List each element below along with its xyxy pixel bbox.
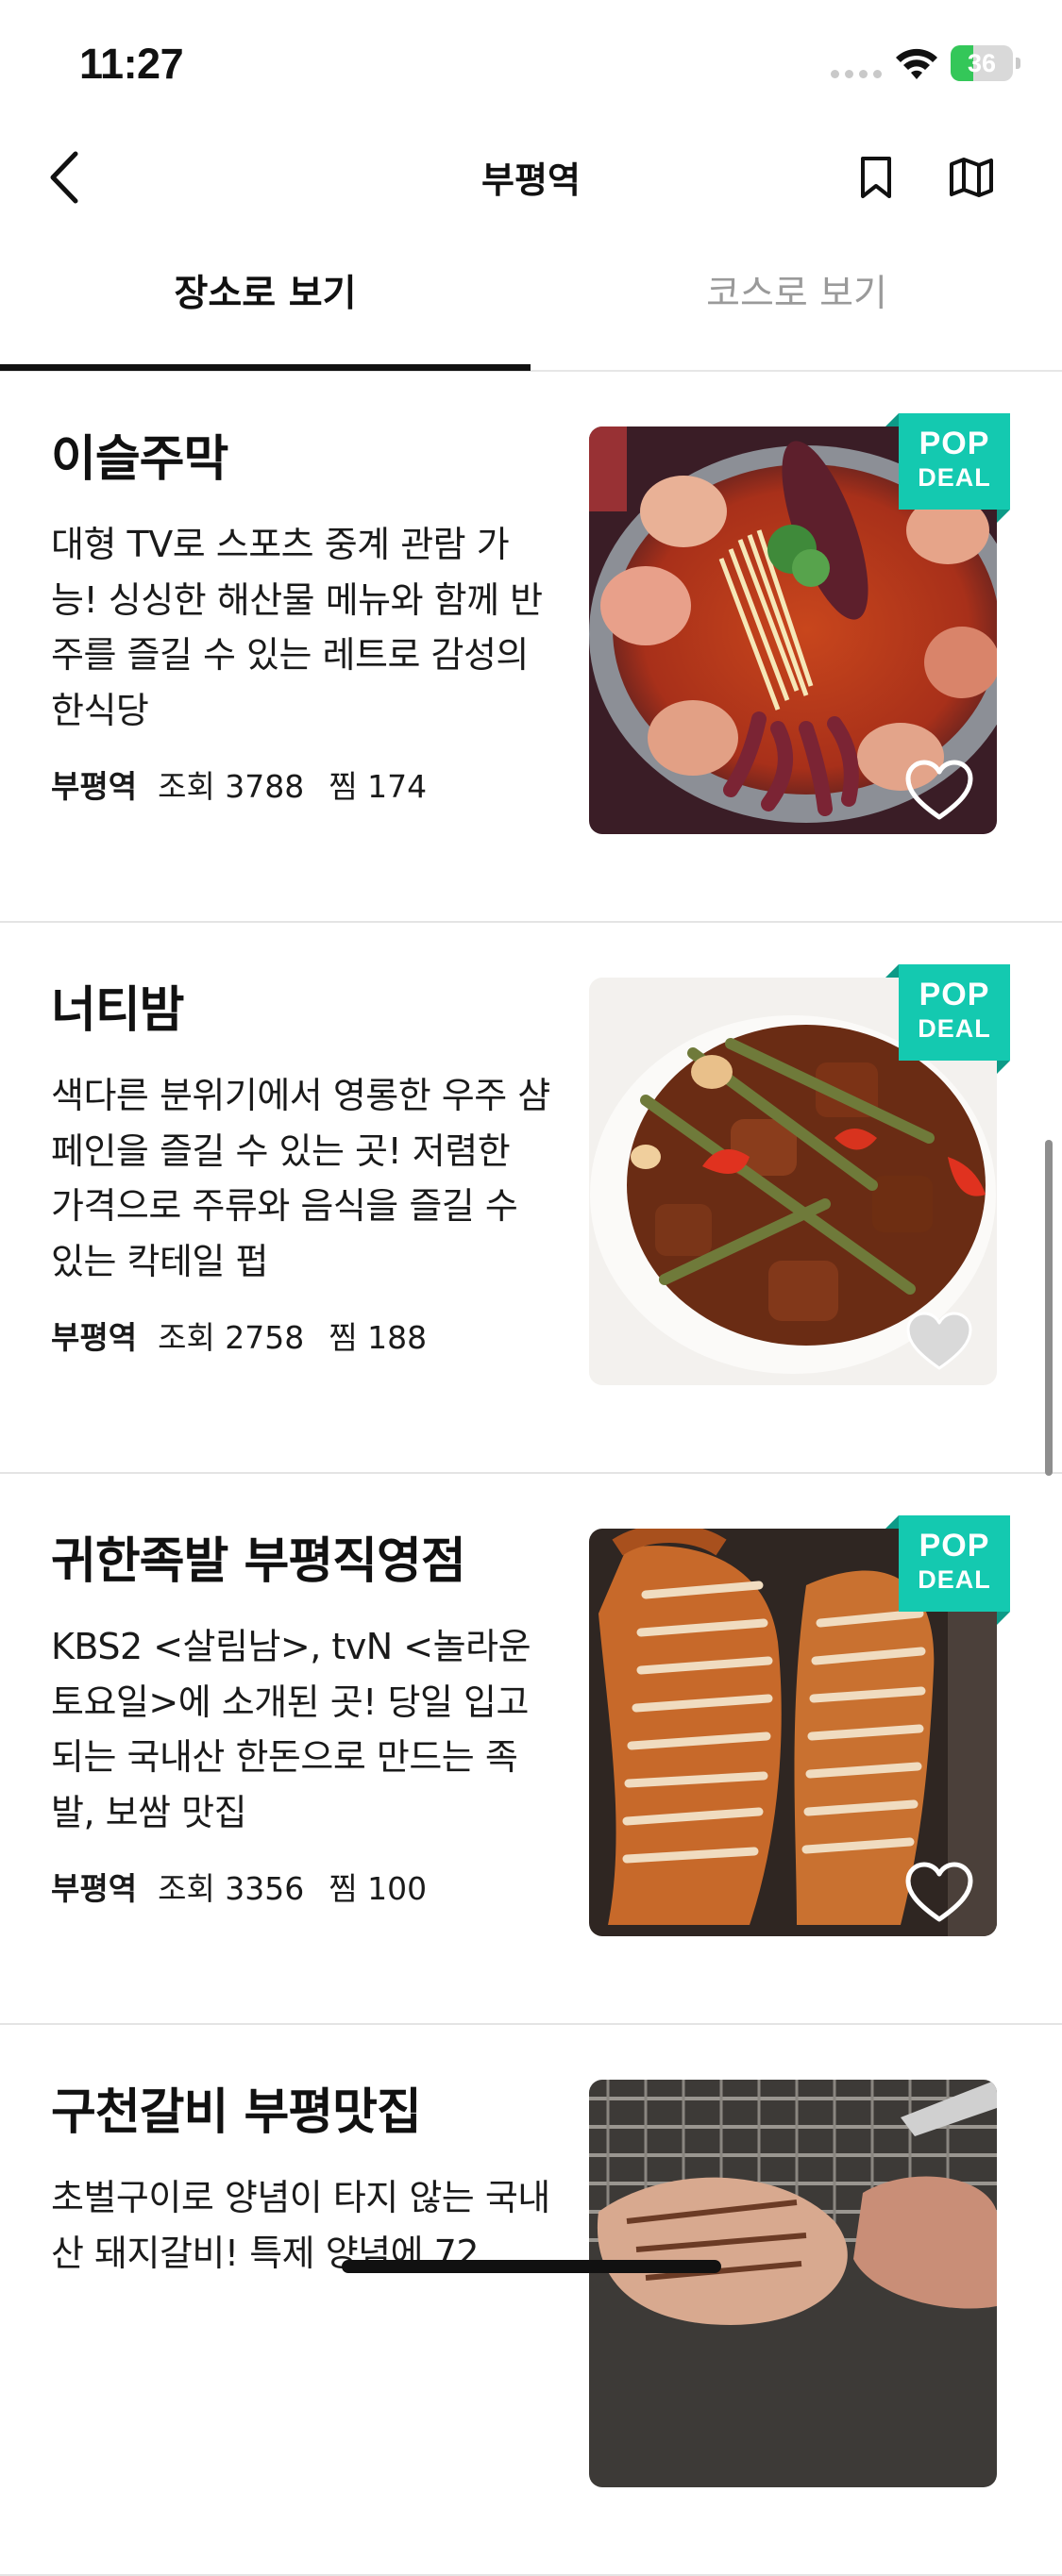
place-name: 너티밤	[51, 982, 185, 1039]
list-item[interactable]: 너티밤 색다른 분위기에서 영롱한 우주 샴페인을 즐길 수 있는 곳! 저렴한…	[0, 923, 1062, 1474]
save-count: 찜 174	[329, 768, 428, 805]
active-tab-indicator	[0, 364, 531, 371]
status-bar: 11:27 36	[0, 0, 1062, 125]
scroll-indicator[interactable]	[1045, 1140, 1053, 1476]
tab-places[interactable]: 장소로 보기	[0, 247, 531, 370]
list-item[interactable]: 구천갈비 부평맛집 초벌구이로 양념이 타지 않는 국내산 돼지갈비! 특제 양…	[0, 2025, 1062, 2576]
view-count: 조회 3356	[158, 1870, 305, 1907]
view-count: 조회 2758	[158, 1319, 305, 1356]
save-count: 찜 188	[329, 1319, 428, 1356]
bookmark-icon	[861, 157, 891, 198]
heart-outline-icon[interactable]	[904, 759, 974, 823]
map-icon	[950, 158, 993, 197]
place-name: 이슬주막	[51, 431, 228, 488]
heart-outline-icon[interactable]	[904, 1861, 974, 1925]
bookmark-button[interactable]	[848, 147, 904, 208]
place-description: 대형 TV로 스포츠 중계 관람 가능! 싱싱한 해산물 메뉴와 함께 반주를 …	[51, 524, 543, 731]
pop-deal-badge: POP DEAL	[885, 964, 1010, 1074]
save-count: 찜 100	[329, 1870, 428, 1907]
place-name: 구천갈비 부평맛집	[51, 2084, 422, 2141]
pop-deal-badge: POP DEAL	[885, 1515, 1010, 1625]
battery-icon: 36	[951, 45, 1020, 81]
pop-deal-badge: POP DEAL	[885, 413, 1010, 523]
view-tabs: 장소로 보기 코스로 보기	[0, 247, 1062, 372]
place-meta: 부평역 조회 3788 찜 174	[51, 766, 551, 808]
cellular-signal-icon	[831, 70, 882, 78]
place-station: 부평역	[51, 1870, 138, 1907]
battery-percent: 36	[967, 49, 997, 77]
wifi-icon	[896, 48, 937, 79]
place-description: 색다른 분위기에서 영롱한 우주 샴페인을 즐길 수 있는 곳! 저렴한 가격으…	[51, 1075, 550, 1282]
place-description: KBS2 <살림남>, tvN <놀라운 토요일>에 소개된 곳! 당일 입고되…	[51, 1626, 531, 1833]
place-meta: 부평역 조회 2758 찜 188	[51, 1317, 551, 1359]
grilled-galbi-photo	[589, 2080, 997, 2487]
list-item[interactable]: 이슬주막 대형 TV로 스포츠 중계 관람 가능! 싱싱한 해산물 메뉴와 함께…	[0, 372, 1062, 923]
place-station: 부평역	[51, 1319, 138, 1356]
place-station: 부평역	[51, 768, 138, 805]
place-list: 이슬주막 대형 TV로 스포츠 중계 관람 가능! 싱싱한 해산물 메뉴와 함께…	[0, 372, 1062, 2576]
list-item[interactable]: 귀한족발 부평직영점 KBS2 <살림남>, tvN <놀라운 토요일>에 소개…	[0, 1474, 1062, 2025]
nav-bar: 부평역	[0, 125, 1062, 230]
home-indicator[interactable]	[342, 2260, 721, 2273]
place-description: 초벌구이로 양념이 타지 않는 국내산 돼지갈비! 특제 양념에 72	[51, 2177, 550, 2274]
view-count: 조회 3788	[158, 768, 305, 805]
place-meta: 부평역 조회 3356 찜 100	[51, 1868, 551, 1910]
place-name: 귀한족발 부평직영점	[51, 1533, 466, 1590]
status-time: 11:27	[79, 40, 184, 88]
heart-filled-icon[interactable]	[904, 1310, 974, 1374]
map-button[interactable]	[940, 147, 1003, 208]
tab-courses[interactable]: 코스로 보기	[531, 247, 1062, 370]
